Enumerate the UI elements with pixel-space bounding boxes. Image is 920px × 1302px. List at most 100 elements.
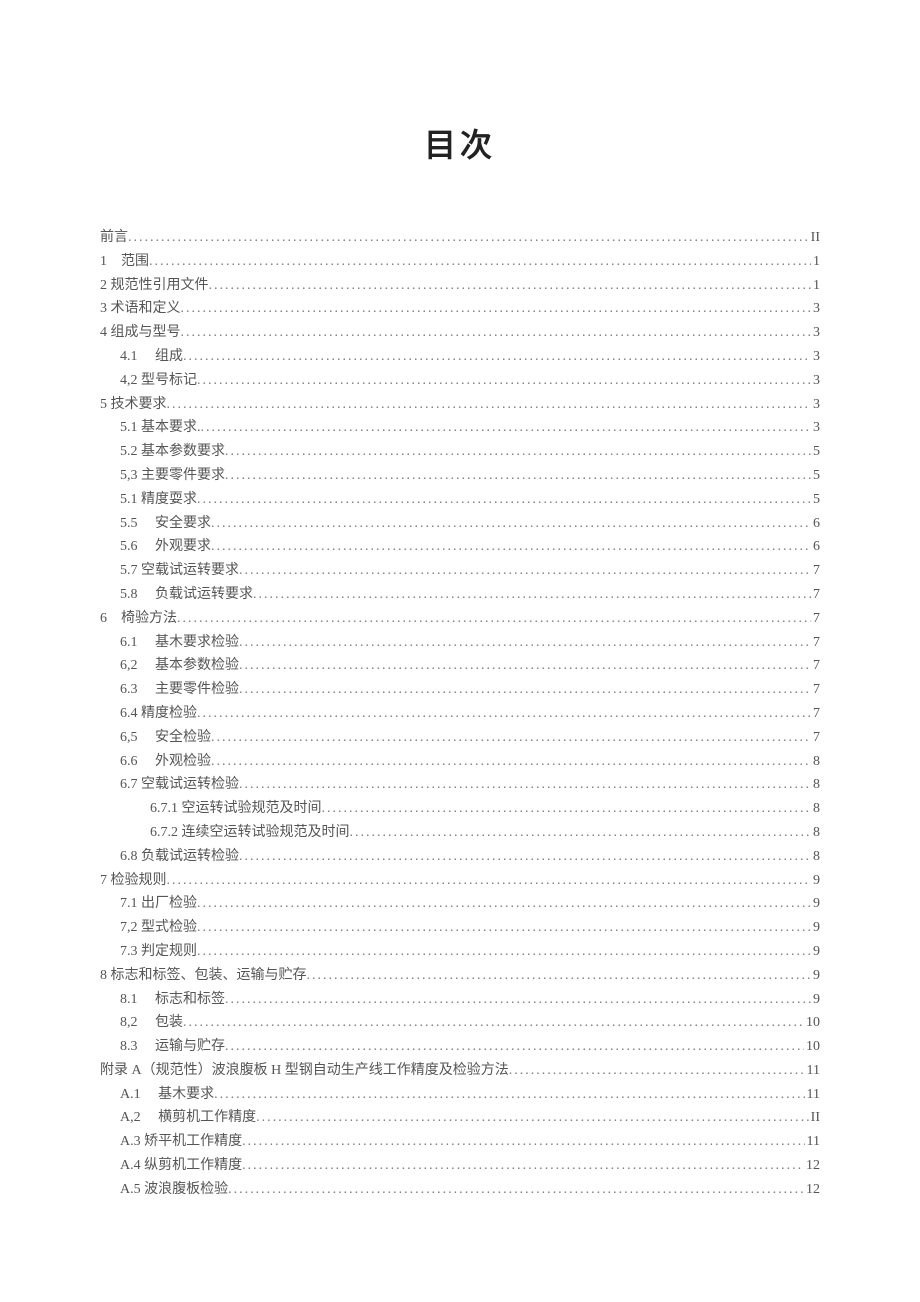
toc-entry-label: 4.1 组成	[120, 345, 183, 369]
toc-entry-page: 7	[811, 654, 820, 678]
table-of-contents: 前言II1 范围12 规范性引用文件13 术语和定义34 组成与型号34.1 组…	[100, 226, 820, 1202]
toc-entry-page: 10	[804, 1011, 820, 1035]
toc-entry: 8,2 包装 10	[100, 1011, 820, 1035]
toc-entry-label: 8,2 包装	[120, 1011, 183, 1035]
toc-entry-page: 3	[811, 345, 820, 369]
toc-entry-label: 6 椅验方法	[100, 607, 177, 631]
toc-entry-page: 3	[811, 369, 820, 393]
toc-entry: A.5 波浪腹板检验12	[100, 1178, 820, 1202]
toc-entry-label: A.3 矫平机工作精度	[120, 1130, 242, 1154]
toc-entry-label: A.5 波浪腹板检验	[120, 1178, 228, 1202]
toc-entry-label: 5.6 外观要求	[120, 535, 211, 559]
toc-leader-dots	[322, 797, 812, 821]
toc-entry: 6.1 基木要求检验7	[100, 631, 820, 655]
toc-entry: A.1 基木要求 11	[100, 1083, 820, 1107]
toc-entry-page: 9	[811, 892, 820, 916]
toc-entry: 6.7.1 空运转试验规范及时间 8	[100, 797, 820, 821]
toc-entry-page: 11	[805, 1059, 820, 1083]
toc-entry: A.4 纵剪机工作精度 12	[100, 1154, 820, 1178]
toc-entry-label: 5.1 精度耍求	[120, 488, 197, 512]
toc-entry: 6.6 外观检验8	[100, 750, 820, 774]
toc-entry-label: 6.4 精度检验	[120, 702, 197, 726]
toc-entry-page: 9	[811, 964, 820, 988]
toc-leader-dots	[225, 988, 811, 1012]
toc-entry: A.3 矫平机工作精度 11	[100, 1130, 820, 1154]
toc-entry-page: 6	[811, 535, 820, 559]
toc-entry: 6.3 主要零件检验7	[100, 678, 820, 702]
toc-entry-page: 7	[811, 559, 820, 583]
toc-leader-dots	[197, 940, 811, 964]
toc-entry: 8.1 标志和标签9	[100, 988, 820, 1012]
toc-leader-dots	[211, 726, 811, 750]
toc-entry-label: A.4 纵剪机工作精度	[120, 1154, 242, 1178]
toc-leader-dots	[239, 845, 811, 869]
toc-entry: 5.8 负载试运转要求7	[100, 583, 820, 607]
toc-entry-page: 5	[811, 440, 820, 464]
toc-entry-page: 3	[811, 393, 820, 417]
toc-entry-label: 6.7.1 空运转试验规范及时间	[150, 797, 322, 821]
toc-entry-page: 1	[811, 274, 820, 298]
toc-entry: 6.8 负载试运转检验8	[100, 845, 820, 869]
toc-entry: 7.3 判定规则9	[100, 940, 820, 964]
toc-entry-page: 6	[811, 512, 820, 536]
toc-entry: 5.6 外观要求 6	[100, 535, 820, 559]
toc-entry-page: 9	[811, 869, 820, 893]
toc-entry: 前言II	[100, 226, 820, 250]
toc-leader-dots	[239, 654, 811, 678]
toc-entry-page: 7	[811, 583, 820, 607]
toc-entry: 3 术语和定义3	[100, 297, 820, 321]
toc-leader-dots	[509, 1059, 805, 1083]
toc-leader-dots	[197, 892, 811, 916]
toc-leader-dots	[211, 512, 811, 536]
toc-entry-label: 7 检验规则	[100, 869, 167, 893]
toc-entry-label: 6.7.2 连续空运转试验规范及时间	[150, 821, 350, 845]
toc-entry-label: A.1 基木要求	[120, 1083, 214, 1107]
toc-entry-label: 5,3 主要零件要求	[120, 464, 225, 488]
toc-entry-page: 8	[811, 797, 820, 821]
toc-entry: 5.1 精度耍求 5	[100, 488, 820, 512]
toc-leader-dots	[177, 607, 811, 631]
toc-entry-label: 6.1 基木要求检验	[120, 631, 239, 655]
toc-entry-page: 12	[804, 1154, 820, 1178]
toc-entry: 6.4 精度检验7	[100, 702, 820, 726]
toc-entry: 附录 A（规范性）波浪腹板 H 型钢自动生产线工作精度及检验方法11	[100, 1059, 820, 1083]
toc-leader-dots	[211, 535, 811, 559]
toc-entry-label: 4 组成与型号	[100, 321, 181, 345]
toc-entry: 5.2 基本参数要求5	[100, 440, 820, 464]
toc-entry-page: 5	[811, 488, 820, 512]
toc-leader-dots	[350, 821, 812, 845]
toc-entry-page: 7	[811, 726, 820, 750]
toc-leader-dots	[242, 1154, 804, 1178]
toc-entry-page: 3	[811, 297, 820, 321]
toc-leader-dots	[197, 702, 811, 726]
toc-entry-label: 8.1 标志和标签	[120, 988, 225, 1012]
toc-entry: 8.3 运输与贮存10	[100, 1035, 820, 1059]
toc-entry: 5,3 主要零件要求5	[100, 464, 820, 488]
toc-entry-page: II	[809, 1106, 820, 1130]
toc-entry: 4,2 型号标记3	[100, 369, 820, 393]
toc-entry-label: A,2 横剪机工作精度	[120, 1106, 256, 1130]
toc-entry: 4 组成与型号3	[100, 321, 820, 345]
toc-leader-dots	[181, 321, 812, 345]
toc-entry-page: 11	[805, 1083, 820, 1107]
toc-entry: 1 范围1	[100, 250, 820, 274]
toc-entry: 5.7 空载试运转要求7	[100, 559, 820, 583]
toc-leader-dots	[181, 297, 812, 321]
toc-entry-label: 1 范围	[100, 250, 149, 274]
toc-leader-dots	[253, 583, 811, 607]
toc-entry: 7 检验规则 9	[100, 869, 820, 893]
toc-entry: 4.1 组成 3	[100, 345, 820, 369]
toc-entry-page: 11	[805, 1130, 820, 1154]
toc-entry: 6.7.2 连续空运转试验规范及时间8	[100, 821, 820, 845]
toc-leader-dots	[307, 964, 812, 988]
toc-leader-dots	[149, 250, 811, 274]
toc-entry-label: 8.3 运输与贮存	[120, 1035, 225, 1059]
toc-entry: 6,2 基本参数检验7	[100, 654, 820, 678]
toc-leader-dots	[239, 678, 811, 702]
toc-entry-label: 5.1 基本要求.	[120, 416, 201, 440]
toc-leader-dots	[209, 274, 812, 298]
toc-entry-page: II	[809, 226, 820, 250]
toc-entry-page: 3	[811, 416, 820, 440]
toc-entry: 5.5 安全要求6	[100, 512, 820, 536]
toc-leader-dots	[183, 345, 811, 369]
